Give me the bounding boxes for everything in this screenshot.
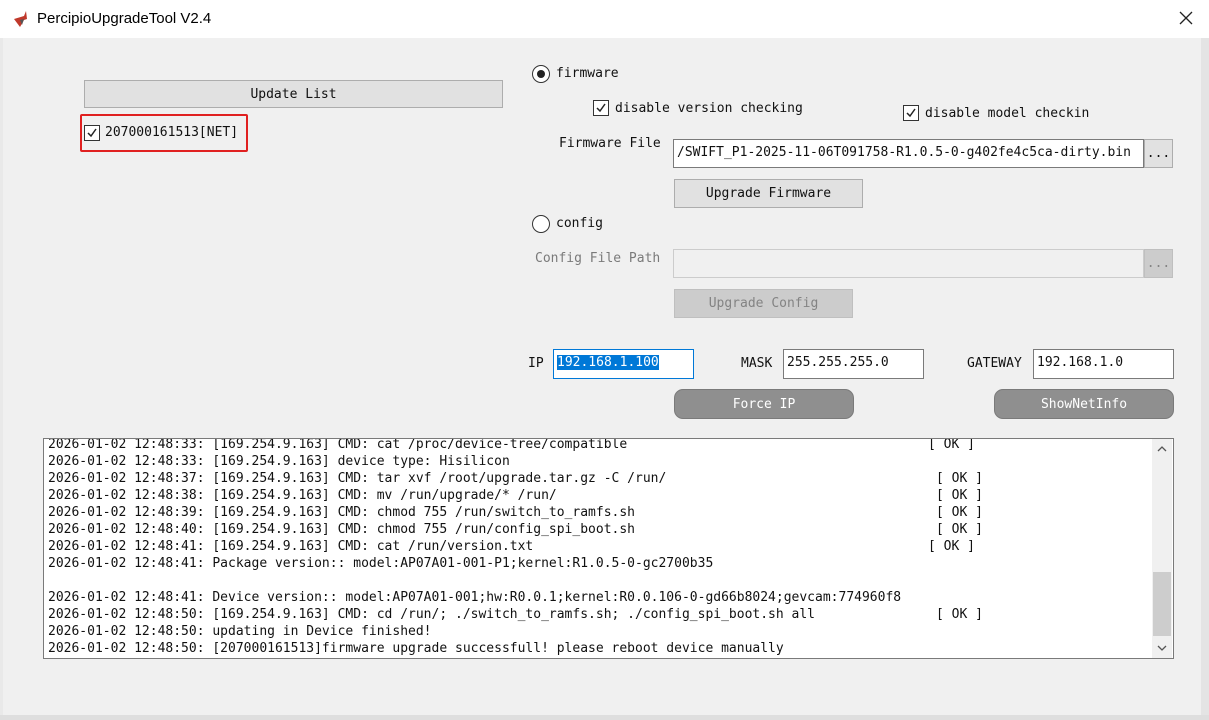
- check-icon: [906, 108, 916, 118]
- firmware-file-input[interactable]: /SWIFT_P1-2025-11-06T091758-R1.0.5-0-g40…: [673, 139, 1144, 168]
- scrollbar-thumb[interactable]: [1153, 572, 1171, 636]
- config-radio[interactable]: [532, 215, 550, 233]
- scroll-up-button[interactable]: [1153, 440, 1171, 457]
- ip-input[interactable]: 192.168.1.100: [553, 349, 694, 379]
- log-line: 2026-01-02 12:48:50: [207000161513]firmw…: [48, 640, 1148, 657]
- firmware-browse-button[interactable]: ...: [1144, 139, 1173, 168]
- mask-input[interactable]: 255.255.255.0: [783, 349, 924, 379]
- log-line-text: 2026-01-02 12:48:40: [169.254.9.163] CMD…: [48, 522, 635, 537]
- log-line-text: 2026-01-02 12:48:33: [169.254.9.163] dev…: [48, 454, 510, 469]
- log-line: 2026-01-02 12:48:41: Device version:: mo…: [48, 589, 1148, 606]
- window-edge: [1201, 38, 1209, 720]
- log-line-text: 2026-01-02 12:48:33: [169.254.9.163] CMD…: [48, 438, 628, 452]
- log-line-text: 2026-01-02 12:48:37: [169.254.9.163] CMD…: [48, 471, 667, 486]
- gateway-label: GATEWAY: [967, 356, 1022, 371]
- config-file-input[interactable]: [673, 249, 1144, 278]
- upgrade-firmware-button[interactable]: Upgrade Firmware: [674, 179, 863, 208]
- firmware-radio[interactable]: [532, 65, 550, 83]
- config-file-path-label: Config File Path: [535, 251, 661, 266]
- log-line-status: [ OK ]: [936, 522, 983, 537]
- config-browse-button[interactable]: ...: [1144, 249, 1173, 278]
- mask-label: MASK: [741, 356, 773, 371]
- firmware-radio-label[interactable]: firmware: [556, 66, 619, 81]
- log-line: 2026-01-02 12:48:37: [169.254.9.163] CMD…: [48, 470, 1148, 487]
- gateway-input[interactable]: 192.168.1.0: [1033, 349, 1174, 379]
- log-line: 2026-01-02 12:48:50: [169.254.9.163] CMD…: [48, 606, 1148, 623]
- log-line: 2026-01-02 12:48:40: [169.254.9.163] CMD…: [48, 521, 1148, 538]
- log-line-text: 2026-01-02 12:48:38: [169.254.9.163] CMD…: [48, 488, 557, 503]
- log-line: 2026-01-02 12:48:50: updating in Device …: [48, 623, 1148, 640]
- log-line: 2026-01-02 12:48:33: [169.254.9.163] CMD…: [48, 438, 1148, 453]
- title-bar: PercipioUpgradeTool V2.4: [0, 0, 1209, 38]
- log-line-status: [ OK ]: [936, 488, 983, 503]
- disable-version-checking-checkbox[interactable]: [593, 100, 609, 116]
- ip-label: IP: [528, 356, 544, 371]
- disable-model-checkin-checkbox[interactable]: [903, 105, 919, 121]
- radio-circle: [532, 65, 550, 83]
- firmware-file-label: Firmware File: [559, 136, 661, 151]
- log-line-text: 2026-01-02 12:48:41: Device version:: mo…: [48, 590, 902, 605]
- show-net-info-button[interactable]: ShowNetInfo: [994, 389, 1174, 419]
- chevron-down-icon: [1157, 645, 1167, 651]
- log-line-status: [ OK ]: [936, 505, 983, 520]
- force-ip-button[interactable]: Force IP: [674, 389, 854, 419]
- checkbox-box: [593, 100, 609, 116]
- close-button[interactable]: [1162, 0, 1209, 38]
- checkbox-box: [903, 105, 919, 121]
- disable-model-checkin-label[interactable]: disable model checkin: [925, 106, 1089, 121]
- radio-selected-dot: [537, 70, 545, 78]
- close-icon: [1179, 11, 1193, 28]
- log-line-status: [ OK ]: [936, 607, 983, 622]
- annotation-highlight-box: [80, 114, 248, 152]
- scroll-down-button[interactable]: [1153, 639, 1171, 656]
- log-line-status: [ OK ]: [928, 539, 975, 554]
- upgrade-config-button[interactable]: Upgrade Config: [674, 289, 853, 318]
- log-line: 2026-01-02 12:48:41: Package version:: m…: [48, 555, 1148, 572]
- log-line-text: 2026-01-02 12:48:50: [207000161513]firmw…: [48, 641, 784, 656]
- log-line: 2026-01-02 12:48:38: [169.254.9.163] CMD…: [48, 487, 1148, 504]
- config-radio-label[interactable]: config: [556, 216, 603, 231]
- log-line-text: 2026-01-02 12:48:39: [169.254.9.163] CMD…: [48, 505, 635, 520]
- log-line-text: 2026-01-02 12:48:41: [169.254.9.163] CMD…: [48, 539, 534, 554]
- radio-circle: [532, 215, 550, 233]
- chevron-up-icon: [1157, 445, 1167, 451]
- ip-value-selected: 192.168.1.100: [557, 355, 659, 370]
- update-list-button[interactable]: Update List: [84, 80, 503, 108]
- log-line-status: [ OK ]: [928, 438, 975, 452]
- app-icon: [12, 10, 34, 28]
- disable-version-checking-label[interactable]: disable version checking: [615, 101, 803, 116]
- log-line: 2026-01-02 12:48:39: [169.254.9.163] CMD…: [48, 504, 1148, 521]
- window-title: PercipioUpgradeTool V2.4: [37, 10, 212, 27]
- log-line-text: 2026-01-02 12:48:41: Package version:: m…: [48, 556, 714, 571]
- log-line: 2026-01-02 12:48:33: [169.254.9.163] dev…: [48, 453, 1148, 470]
- check-icon: [596, 103, 606, 113]
- log-output[interactable]: 2026-01-02 12:48:33: [169.254.9.163] CMD…: [43, 438, 1174, 659]
- log-line-text: 2026-01-02 12:48:50: updating in Device …: [48, 624, 432, 639]
- log-line: 2026-01-02 12:48:41: [169.254.9.163] CMD…: [48, 538, 1148, 555]
- log-line-text: 2026-01-02 12:48:50: [169.254.9.163] CMD…: [48, 607, 816, 622]
- bottom-edge: [0, 715, 1209, 720]
- log-line-status: [ OK ]: [936, 471, 983, 486]
- log-lines: 2026-01-02 12:48:33: [169.254.9.163] CMD…: [48, 438, 1148, 657]
